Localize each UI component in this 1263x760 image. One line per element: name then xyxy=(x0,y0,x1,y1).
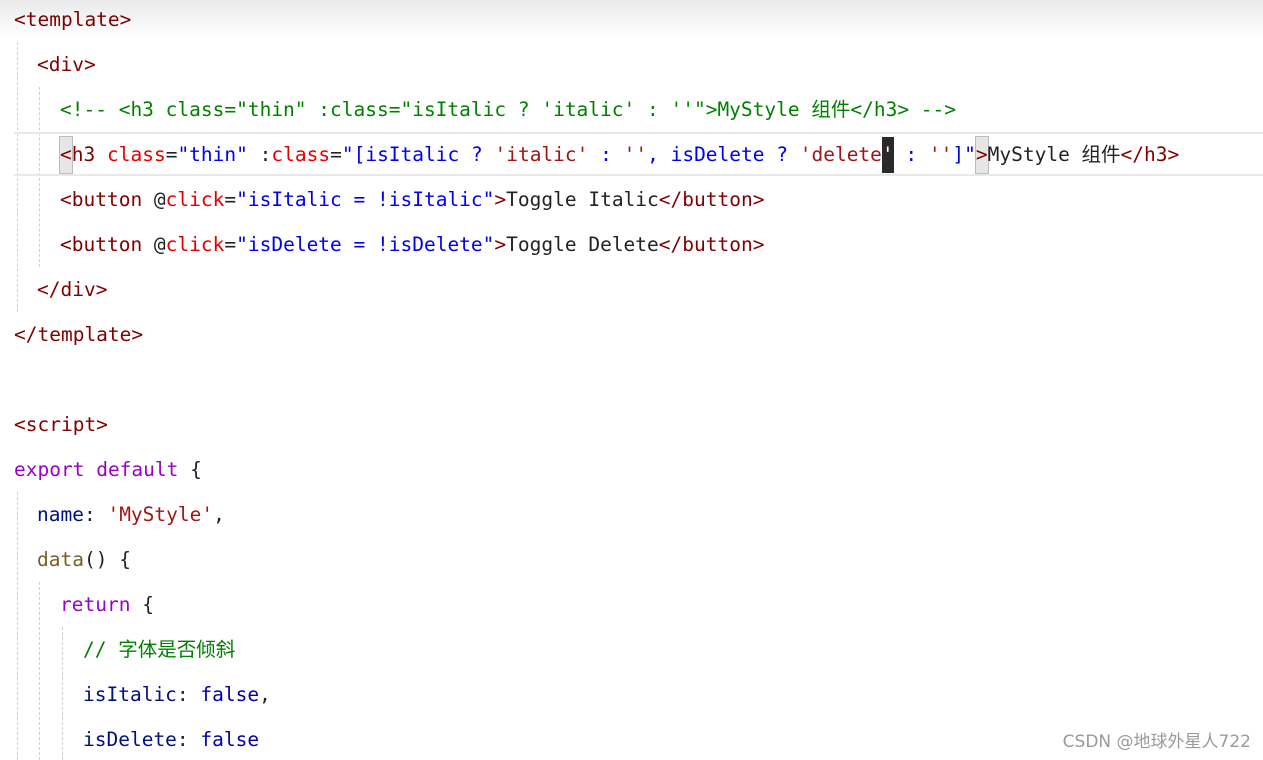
delete-string: 'delete xyxy=(799,143,882,166)
event-at: @ xyxy=(153,188,166,211)
bracket-match-open: < xyxy=(59,136,73,174)
code-line-8[interactable]: </template> xyxy=(14,317,143,353)
html-comment: <!-- <h3 class="thin" :class="isItalic ?… xyxy=(60,98,957,121)
is-delete-key: isDelete xyxy=(83,728,177,751)
function-parens: () { xyxy=(83,548,131,571)
equals: = xyxy=(224,233,237,256)
click-handler: "isItalic = !isItalic" xyxy=(236,188,495,211)
open-brace: { xyxy=(130,593,154,616)
indent-guide-4 xyxy=(39,582,40,760)
button-open-tag: <button xyxy=(60,233,154,256)
array-close: ]" xyxy=(952,143,976,166)
button-text: Toggle Delete xyxy=(506,233,659,256)
event-at: @ xyxy=(153,233,166,256)
h3-close-tag: </h3> xyxy=(1120,143,1180,166)
thin-value: "thin" xyxy=(177,143,248,166)
code-line-13[interactable]: return { xyxy=(60,587,154,623)
click-attribute: click xyxy=(165,233,225,256)
bound-class-attribute: class xyxy=(271,143,331,166)
template-open-tag: <template> xyxy=(14,8,132,31)
button-open-tag: <button xyxy=(60,188,154,211)
colon: : xyxy=(83,503,108,526)
false-value: false xyxy=(200,728,260,751)
div-open-tag: <div> xyxy=(37,53,96,76)
code-line-5[interactable]: <button @click="isItalic = !isItalic">To… xyxy=(60,182,764,218)
colon: : xyxy=(176,683,201,706)
h3-tag-name: h3 xyxy=(71,143,96,166)
class-attribute: class xyxy=(106,143,166,166)
equals: = xyxy=(330,143,342,166)
comma: , xyxy=(259,683,271,706)
name-value: 'MyStyle' xyxy=(107,503,214,526)
default-keyword: default xyxy=(96,458,179,481)
indent-guide-3 xyxy=(17,492,18,760)
tag-end: > xyxy=(494,188,507,211)
text-cursor: ' xyxy=(881,137,894,173)
export-keyword: export xyxy=(14,458,85,481)
return-keyword: return xyxy=(60,593,131,616)
code-line-2[interactable]: <div> xyxy=(37,47,96,83)
code-line-7[interactable]: </div> xyxy=(37,272,107,308)
equals: = xyxy=(224,188,237,211)
template-close-tag: </template> xyxy=(14,323,144,346)
script-open-tag: <script> xyxy=(14,413,108,436)
indent-guide-5 xyxy=(62,627,63,760)
h3-text: MyStyle 组件 xyxy=(987,143,1121,166)
div-close-tag: </div> xyxy=(37,278,108,301)
is-delete-condition: , isDelete ? xyxy=(647,143,800,166)
code-line-14[interactable]: // 字体是否倾斜 xyxy=(83,632,235,668)
ternary-colon: : xyxy=(588,143,624,166)
button-close-tag: </button> xyxy=(658,233,765,256)
equals: = xyxy=(165,143,178,166)
italic-string: 'italic' xyxy=(494,143,589,166)
name-key: name xyxy=(37,503,84,526)
watermark: CSDN @地球外星人722 xyxy=(1062,732,1251,752)
colon: : xyxy=(176,728,201,751)
code-line-1[interactable]: <template> xyxy=(14,2,131,38)
tag-end: > xyxy=(494,233,507,256)
code-line-3[interactable]: <!-- <h3 class="thin" :class="isItalic ?… xyxy=(60,92,956,128)
empty-string: '' xyxy=(928,143,953,166)
code-line-16[interactable]: isDelete: false xyxy=(83,722,259,758)
open-brace: { xyxy=(178,458,202,481)
code-line-15[interactable]: isItalic: false, xyxy=(83,677,271,713)
code-line-12[interactable]: data() { xyxy=(37,542,131,578)
code-editor[interactable]: <template> <div> <!-- <h3 class="thin" :… xyxy=(0,0,1263,760)
array-open: "[isItalic ? xyxy=(341,143,495,166)
false-value: false xyxy=(200,683,260,706)
indent-guide-1 xyxy=(17,42,18,312)
ternary-colon: : xyxy=(893,143,929,166)
bind-colon: : xyxy=(259,143,272,166)
button-close-tag: </button> xyxy=(658,188,765,211)
code-line-4[interactable]: <h3 class="thin" :class="[isItalic ? 'it… xyxy=(59,136,1180,174)
bracket-match-close: > xyxy=(974,136,989,174)
button-text: Toggle Italic xyxy=(506,188,659,211)
comma: , xyxy=(213,503,225,526)
empty-string: '' xyxy=(623,143,648,166)
code-line-10[interactable]: export default { xyxy=(14,452,202,488)
click-handler: "isDelete = !isDelete" xyxy=(236,233,495,256)
top-shade xyxy=(0,0,1263,36)
code-line-11[interactable]: name: 'MyStyle', xyxy=(37,497,225,533)
line-comment: // 字体是否倾斜 xyxy=(83,638,236,661)
code-line-9[interactable]: <script> xyxy=(14,407,108,443)
is-italic-key: isItalic xyxy=(83,683,177,706)
code-line-6[interactable]: <button @click="isDelete = !isDelete">To… xyxy=(60,227,764,263)
indent-guide-2 xyxy=(39,87,40,267)
data-function: data xyxy=(37,548,84,571)
click-attribute: click xyxy=(165,188,225,211)
